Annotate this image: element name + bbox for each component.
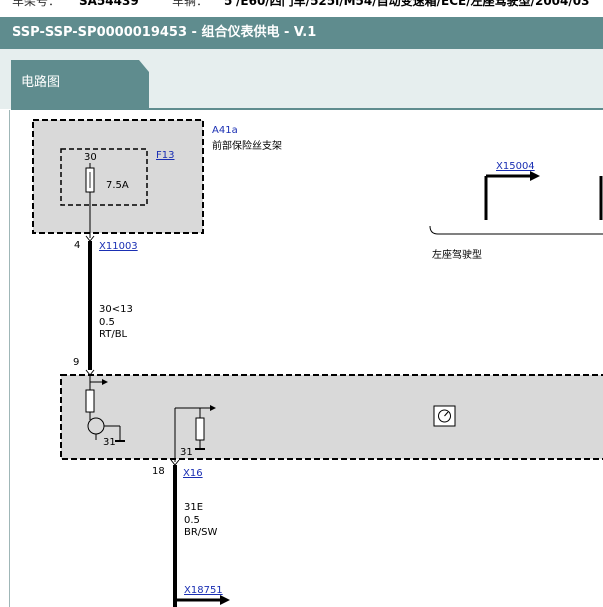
- cluster-input-pin: 9: [73, 357, 79, 368]
- wire-upper-color: RT/BL: [99, 329, 128, 340]
- connector-x18751-arrow: [220, 595, 230, 605]
- connector-x18751-link[interactable]: X18751: [184, 585, 223, 596]
- fuse-id-link[interactable]: F13: [156, 150, 174, 161]
- cluster-resistor-left: [85, 389, 95, 413]
- fuse-holder-box: [32, 119, 204, 234]
- wire-lower-color: BR/SW: [184, 527, 218, 538]
- connector-x11003-pin: 4: [74, 240, 80, 251]
- wire-upper-signal: 30<13: [99, 304, 133, 315]
- connector-x15004-arrow: [530, 171, 540, 181]
- instrument-cluster-box: [60, 374, 603, 460]
- variant-note: 左座驾驶型: [432, 248, 482, 261]
- wire-lower-signal: 31E: [184, 502, 203, 513]
- fuse-rating: 7.5A: [106, 180, 129, 191]
- connector-x16-pin: 18: [152, 466, 165, 477]
- connector-x16-link[interactable]: X16: [183, 468, 203, 479]
- connector-x15004-link[interactable]: X15004: [496, 161, 535, 172]
- connector-x11003-link[interactable]: X11003: [99, 241, 138, 252]
- variant-bracket: [429, 225, 603, 235]
- ground-label-right: 31: [180, 447, 193, 458]
- wire-upper-cross-section: 0.5: [99, 317, 115, 328]
- fuse-terminal-label: 30: [84, 152, 97, 163]
- ground-label-left: 31: [103, 437, 116, 448]
- fuse-holder-id[interactable]: A41a: [212, 125, 238, 136]
- wiring-diagram: A41a 前部保险丝支架 F13 30 7.5A 4 X11003 30<13 …: [32, 119, 603, 607]
- fuse-holder-name: 前部保险丝支架: [212, 139, 282, 152]
- wire-lower-cross-section: 0.5: [184, 515, 200, 526]
- cluster-resistor-right: [195, 417, 205, 441]
